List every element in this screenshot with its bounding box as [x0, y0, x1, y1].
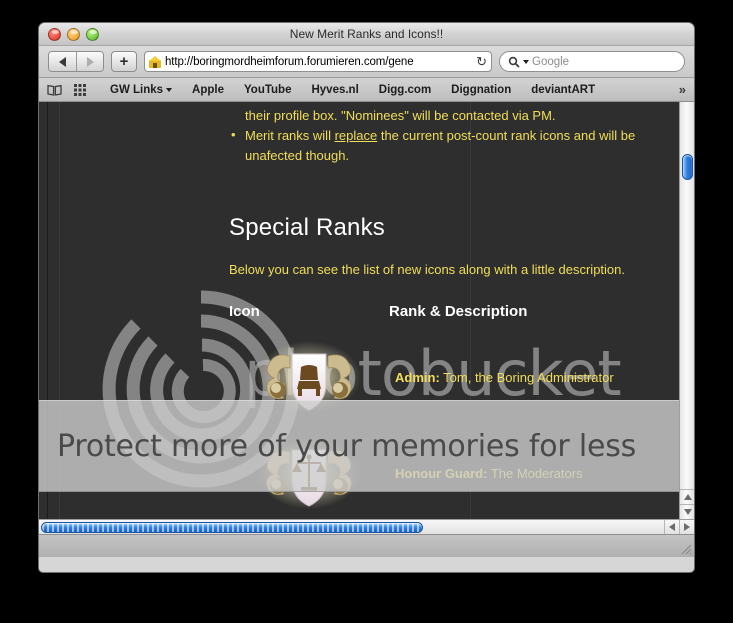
notes-list: their profile box. "Nominees" will be co… [229, 106, 679, 166]
bookmark-label: GW Links [110, 83, 164, 96]
vertical-scrollbar[interactable] [679, 102, 694, 519]
note-item: their profile box. "Nominees" will be co… [245, 108, 556, 123]
zoom-button[interactable] [86, 27, 99, 41]
horizontal-scrollbar[interactable] [39, 519, 694, 534]
url-text: http://boringmordheimforum.forumieren.co… [165, 55, 414, 68]
arrow-right-icon [684, 523, 690, 531]
bookmark-gw-links[interactable]: GW Links [100, 84, 182, 96]
add-bookmark-button[interactable]: + [111, 51, 137, 72]
section-description: Below you can see the list of new icons … [229, 262, 625, 277]
bookmark-hyves[interactable]: Hyves.nl [301, 84, 368, 96]
arrow-left-icon [669, 523, 675, 531]
minimize-button[interactable] [67, 27, 80, 41]
close-button[interactable] [48, 27, 61, 41]
vertical-scroll-arrows [680, 489, 694, 519]
arrow-down-icon [683, 509, 692, 515]
forward-button [76, 52, 103, 71]
page-content: their profile box. "Nominees" will be co… [39, 106, 679, 512]
note-text-underlined[interactable]: replace [335, 128, 378, 143]
scroll-down-button[interactable] [680, 504, 694, 519]
horizontal-scrollbar-track[interactable] [39, 520, 664, 535]
column-header-icon: Icon [229, 303, 260, 320]
web-page: photobucket their profile box. "Nominees… [39, 102, 679, 519]
rank-icon-cell [229, 340, 389, 414]
reload-icon[interactable]: ↻ [476, 55, 487, 68]
window-title: New Merit Ranks and Icons!! [289, 27, 444, 41]
bookmark-digg[interactable]: Digg.com [369, 84, 441, 96]
rank-description: Honour Guard: The Moderators [389, 466, 583, 481]
rank-label: Honour Guard: [395, 465, 488, 481]
window-statusbar [39, 534, 694, 557]
navigation-buttons [48, 51, 104, 72]
site-favicon-icon [148, 55, 162, 69]
rank-icon-cell [229, 436, 389, 510]
admin-crest-icon[interactable] [256, 340, 362, 414]
window-controls [48, 27, 99, 41]
bookmark-deviantart[interactable]: deviantART [521, 84, 605, 96]
page-title: Special Ranks [229, 214, 386, 241]
rank-detail: The Moderators [487, 465, 583, 481]
forward-arrow-icon [86, 56, 94, 67]
rank-description: Admin: Tom, the Boring Administrator [389, 370, 614, 385]
arrow-up-icon [683, 494, 692, 500]
bookmark-apple[interactable]: Apple [182, 84, 234, 96]
bookmarks-overflow-button[interactable]: » [679, 82, 686, 97]
content-viewport: photobucket their profile box. "Nominees… [39, 102, 694, 534]
browser-toolbar: + http://boringmordheimforum.forumieren.… [39, 46, 694, 78]
scroll-up-button[interactable] [680, 489, 694, 504]
vertical-scrollbar-thumb[interactable] [682, 154, 693, 180]
ranks-table-header: Icon Rank & Description [229, 303, 679, 320]
browser-window: New Merit Ranks and Icons!! + http://bor… [38, 22, 695, 573]
back-arrow-icon [59, 56, 66, 67]
rank-label: Admin: [395, 369, 440, 385]
scroll-right-button[interactable] [679, 519, 694, 534]
scroll-left-button[interactable] [664, 519, 679, 534]
open-book-icon[interactable] [47, 84, 62, 96]
rank-detail: Tom, the Boring Administrator [439, 369, 614, 385]
chevron-down-icon [166, 87, 173, 92]
horizontal-scrollbar-thumb[interactable] [41, 521, 423, 533]
table-row: Admin: Tom, the Boring Administrator [229, 338, 679, 416]
note-item: Merit ranks will replace the current pos… [229, 125, 679, 166]
window-titlebar[interactable]: New Merit Ranks and Icons!! [39, 23, 694, 46]
search-magnifier-icon [508, 56, 520, 68]
search-input[interactable]: Google [499, 51, 685, 72]
search-placeholder: Google [532, 55, 570, 68]
table-row: Honour Guard: The Moderators [229, 434, 679, 512]
search-engine-chevron-down-icon[interactable] [523, 59, 529, 64]
bookmark-youtube[interactable]: YouTube [234, 84, 301, 96]
back-button[interactable] [49, 52, 76, 71]
grid-apps-icon[interactable] [74, 83, 88, 96]
bookmark-diggnation[interactable]: Diggnation [441, 84, 521, 96]
note-text-pre: Merit ranks will [245, 128, 335, 143]
honour-guard-scales-crest-icon[interactable] [256, 436, 362, 510]
horizontal-scroll-arrows [664, 519, 694, 534]
url-address-bar[interactable]: http://boringmordheimforum.forumieren.co… [144, 51, 492, 72]
resize-grip-icon[interactable] [679, 542, 692, 555]
column-header-rank: Rank & Description [389, 303, 528, 320]
bookmarks-bar: GW Links Apple YouTube Hyves.nl Digg.com… [39, 78, 694, 102]
